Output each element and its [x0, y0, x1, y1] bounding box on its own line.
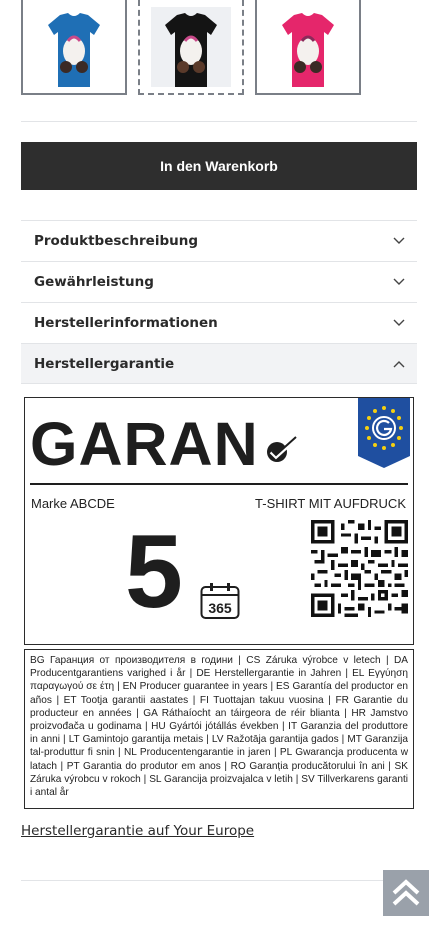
accordion-label: Produktbeschreibung — [34, 233, 198, 249]
thumbnail-pink-shirt[interactable] — [255, 0, 361, 95]
accordion-item-gewaehrleistung[interactable]: Gewährleistung — [21, 262, 417, 303]
accordion-label: Gewährleistung — [34, 274, 154, 290]
guarantee-languages-text: BG Гаранция от производителя в години | … — [30, 655, 408, 799]
chevron-down-icon — [393, 278, 405, 285]
scroll-to-top-button[interactable] — [383, 870, 429, 916]
accordion-item-herstellergarantie[interactable]: Herstellergarantie — [21, 344, 417, 384]
blue-shirt-image — [34, 7, 114, 87]
guarantee-label-top: GARAN Marke ABCDE T-SHIRT MIT AUFDRUCK 5… — [24, 397, 414, 645]
pink-shirt-image — [268, 7, 348, 87]
calendar-days: 365 — [208, 600, 232, 616]
guarantee-heading: GARAN — [30, 412, 301, 476]
double-chevron-up-icon — [392, 879, 420, 906]
label-divider — [30, 483, 408, 485]
accordion-label: Herstellerinformationen — [34, 315, 218, 331]
chevron-down-icon — [393, 237, 405, 244]
thumbnail-blue-shirt[interactable] — [21, 0, 127, 95]
accordion-item-herstellerinformationen[interactable]: Herstellerinformationen — [21, 303, 417, 344]
calendar-icon: 365 — [200, 583, 240, 619]
chevron-up-icon — [393, 360, 405, 367]
your-europe-link[interactable]: Herstellergarantie auf Your Europe — [21, 823, 254, 839]
qr-code-icon — [311, 520, 408, 617]
guarantee-label: GARAN Marke ABCDE T-SHIRT MIT AUFDRUCK 5… — [21, 397, 417, 812]
product-info-accordion: Produktbeschreibung Gewährleistung Herst… — [21, 220, 417, 384]
guarantee-years: 5 — [125, 514, 183, 630]
eu-guarantee-badge-icon — [358, 398, 410, 468]
add-to-cart-button[interactable]: In den Warenkorb — [21, 142, 417, 190]
accordion-label: Herstellergarantie — [34, 355, 175, 372]
brand-name: Marke ABCDE — [31, 496, 115, 511]
black-shirt-image — [151, 6, 231, 87]
checkmark-icon — [266, 436, 298, 462]
accordion-item-produktbeschreibung[interactable]: Produktbeschreibung — [21, 221, 417, 262]
product-name: T-SHIRT MIT AUFDRUCK — [255, 496, 406, 511]
divider — [21, 880, 417, 881]
chevron-down-icon — [393, 319, 405, 326]
product-thumbnails — [21, 0, 361, 95]
guarantee-languages-box: BG Гаранция от производителя в години | … — [24, 649, 414, 809]
divider — [21, 121, 417, 122]
thumbnail-black-shirt[interactable] — [138, 0, 244, 95]
